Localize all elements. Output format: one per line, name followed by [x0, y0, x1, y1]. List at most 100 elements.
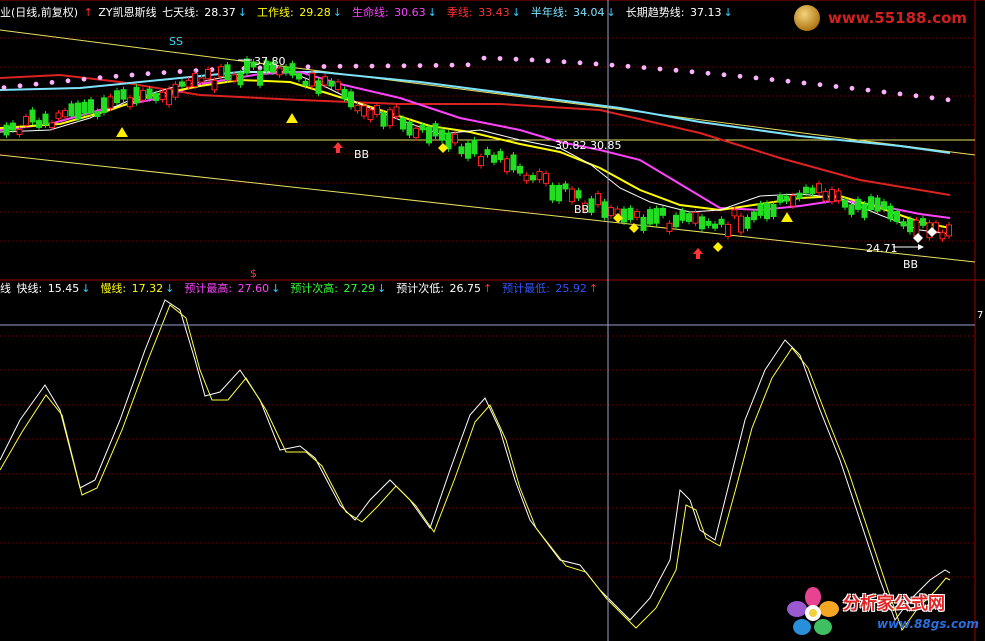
trend-dot — [577, 60, 583, 66]
candle-down — [257, 70, 263, 86]
trend-dot — [561, 59, 567, 65]
candle-down — [744, 216, 751, 229]
trend-dot — [353, 63, 359, 69]
candle-down — [153, 93, 159, 101]
candle-up — [523, 174, 530, 182]
candle-down — [530, 175, 536, 181]
trend-dot — [801, 80, 807, 86]
candle-up — [218, 66, 224, 77]
candle-down — [3, 124, 10, 136]
trend-dot — [1, 85, 7, 90]
candle-down — [627, 207, 634, 221]
trend-dot — [753, 75, 759, 81]
candle-up — [738, 215, 744, 233]
candle-down — [439, 129, 445, 141]
trend-dot — [145, 71, 151, 77]
candle-up — [835, 190, 842, 202]
candle-down — [653, 208, 660, 224]
candle-up — [198, 77, 205, 83]
candle-down — [36, 120, 42, 128]
trend-dot — [33, 81, 39, 87]
candle-down — [497, 151, 504, 161]
candle-up — [335, 81, 341, 91]
trend-dot — [465, 62, 471, 68]
candle-up — [634, 211, 640, 218]
trend-dot — [689, 69, 695, 75]
candle-up — [536, 171, 543, 181]
candle-down — [42, 113, 49, 126]
candle-down — [432, 123, 439, 137]
bb-label-3: BB — [903, 258, 918, 271]
candle-up — [595, 193, 601, 206]
candle-down — [445, 132, 452, 150]
trend-dot — [401, 63, 407, 69]
buy-triangle-icon — [781, 212, 793, 222]
candle-up — [107, 96, 114, 109]
trend-dot — [849, 85, 855, 91]
candle-down — [757, 203, 764, 216]
candle-down — [68, 103, 75, 117]
candle-down — [679, 210, 686, 221]
candle-down — [133, 86, 140, 104]
candle-up — [829, 189, 835, 203]
candle-up — [49, 122, 55, 128]
candle-down — [770, 203, 777, 218]
trend-dot — [305, 64, 311, 70]
candle-down — [549, 184, 556, 201]
candle-up — [211, 79, 218, 91]
candle-up — [731, 209, 738, 217]
dollar-marker: $ — [250, 267, 257, 280]
trend-dot — [513, 56, 519, 62]
candle-down — [146, 88, 153, 99]
candle-down — [705, 220, 712, 226]
candle-down — [699, 216, 705, 230]
candle-down — [686, 213, 692, 222]
candle-up — [569, 188, 575, 203]
candle-down — [894, 210, 900, 222]
candle-down — [640, 216, 647, 231]
candle-up — [367, 109, 374, 120]
bottom-watermark-title: 分析家公式网 — [843, 594, 945, 614]
trend-dot — [497, 56, 503, 61]
candle-up — [192, 73, 198, 87]
trend-dot — [833, 84, 839, 89]
candle-down — [848, 204, 855, 215]
candle-down — [380, 112, 387, 127]
trend-dot — [785, 78, 791, 84]
trend-dot — [385, 63, 391, 69]
candle-down — [179, 81, 185, 87]
candle-down — [601, 201, 608, 218]
candle-up — [55, 112, 62, 119]
trend-dot — [865, 87, 871, 93]
grid — [0, 37, 975, 578]
candle-down — [81, 101, 88, 114]
candle-up — [822, 190, 829, 202]
trend-dot — [737, 73, 743, 79]
candle-up — [374, 105, 380, 115]
candle-down — [887, 205, 894, 220]
trend-channel — [0, 29, 976, 263]
trend-dot — [609, 62, 615, 68]
candle-up — [166, 88, 172, 106]
right-arrowhead-icon — [918, 244, 924, 250]
candle-down — [796, 192, 803, 199]
candle-down — [588, 198, 595, 213]
candle-down — [283, 66, 289, 74]
trend-dot — [337, 63, 343, 69]
candle-up — [16, 129, 23, 135]
trend-dot — [17, 83, 23, 89]
stock-chart[interactable]: SS 37.80 BB 30.82 30.85 BB 24.71 BB $ 7 — [0, 0, 985, 641]
trend-dot — [49, 80, 55, 85]
right-edge-label: 7 — [977, 310, 983, 321]
candle-down — [101, 97, 107, 113]
candle-down — [517, 165, 523, 174]
bottom-watermark: 分析家公式网 www.88gs.com — [785, 585, 985, 641]
candle-up — [172, 83, 179, 98]
trend-dot — [369, 63, 375, 69]
trend-dot — [657, 66, 663, 72]
candle-down — [315, 80, 322, 94]
trend-dot — [929, 95, 935, 101]
candle-down — [465, 142, 471, 159]
candle-up — [387, 109, 393, 127]
ss-label: SS — [169, 35, 183, 48]
